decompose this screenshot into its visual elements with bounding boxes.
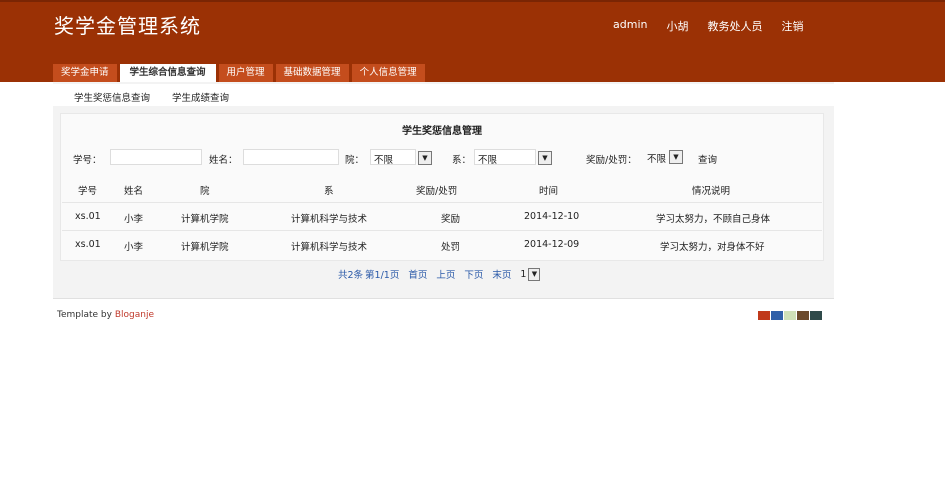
- college-select-value: 不限: [374, 155, 394, 166]
- search-button[interactable]: 查询: [698, 152, 717, 166]
- dept-label: 系：: [452, 155, 472, 166]
- chevron-down-icon[interactable]: ▼: [538, 151, 552, 165]
- pagination-last[interactable]: 末页: [492, 267, 511, 281]
- cell-reward: 奖励: [441, 214, 461, 225]
- cell-description: 学习太努力，不顾自己身体: [656, 214, 771, 225]
- color-swatches: [758, 311, 822, 320]
- app-title: 奖学金管理系统: [54, 14, 201, 38]
- footer-divider: [53, 298, 834, 299]
- college-label: 院：: [345, 155, 365, 166]
- tab-personal-info-management[interactable]: 个人信息管理: [351, 64, 425, 82]
- table-row: xs.01 小李 计算机学院 计算机科学与技术 处罚 2014-12-09 学习…: [62, 233, 822, 257]
- swatch-dark-teal[interactable]: [810, 311, 822, 320]
- cell-student-id: xs.01: [75, 211, 101, 222]
- name-label: 姓名：: [209, 155, 238, 166]
- header-date: 时间: [539, 186, 559, 197]
- cell-name: 小李: [124, 242, 144, 253]
- row-divider: [62, 202, 822, 203]
- main-tabs: 奖学金申请 学生综合信息查询 用户管理 基础数据管理 个人信息管理: [53, 64, 428, 82]
- table-header-row: 学号 姓名 院 系 奖励/处罚 时间 情况说明: [62, 177, 822, 201]
- footer-prefix: Template by: [57, 310, 112, 320]
- cell-date: 2014-12-09: [524, 239, 580, 250]
- reward-label: 奖励/处罚：: [586, 155, 637, 166]
- pagination-page-info: 第1/1页: [365, 270, 400, 281]
- chevron-down-icon[interactable]: ▼: [418, 151, 432, 165]
- header-college: 院: [200, 186, 210, 197]
- pagination-total: 共2条: [338, 270, 364, 281]
- header-name: 姓名: [124, 186, 144, 197]
- pagination-first[interactable]: 首页: [408, 267, 427, 281]
- swatch-brown[interactable]: [797, 311, 809, 320]
- swatch-light-green[interactable]: [784, 311, 796, 320]
- cell-college: 计算机学院: [181, 242, 229, 253]
- footer-brand-link[interactable]: Bloganje: [115, 310, 154, 320]
- cell-dept: 计算机科学与技术: [291, 242, 368, 253]
- footer: Template by Bloganje: [57, 310, 154, 320]
- subnav-reward-query[interactable]: 学生奖惩信息查询: [74, 90, 150, 104]
- dept-select-value: 不限: [478, 155, 498, 166]
- cell-student-id: xs.01: [75, 239, 101, 250]
- row-divider: [62, 230, 822, 231]
- dept-select[interactable]: 不限 ▼: [474, 149, 552, 166]
- cell-description: 学习太努力，对身体不好: [660, 242, 765, 253]
- college-select[interactable]: 不限 ▼: [370, 149, 432, 166]
- student-id-input[interactable]: [110, 149, 202, 165]
- cell-name: 小李: [124, 214, 144, 225]
- filter-row: 学号： 姓名： 院： 不限 ▼ 系： 不限 ▼ 奖励/处罚： 不限 ▼ 查询: [0, 149, 945, 167]
- tab-user-management[interactable]: 用户管理: [218, 64, 273, 82]
- cell-college: 计算机学院: [181, 214, 229, 225]
- header-description: 情况说明: [692, 186, 731, 197]
- tab-basic-data-management[interactable]: 基础数据管理: [275, 64, 349, 82]
- reward-select[interactable]: 不限 ▼: [645, 149, 683, 165]
- cell-dept: 计算机科学与技术: [291, 214, 368, 225]
- header-top-line: [0, 0, 945, 2]
- pagination-page-select[interactable]: 1: [520, 269, 526, 280]
- name-input[interactable]: [243, 149, 339, 165]
- header-student-id: 学号: [78, 186, 98, 197]
- pagination-next[interactable]: 下页: [464, 267, 483, 281]
- tab-student-info-query[interactable]: 学生综合信息查询: [119, 64, 216, 82]
- chevron-down-icon[interactable]: ▼: [669, 150, 683, 164]
- user-nav-logout[interactable]: 注销: [781, 18, 803, 34]
- cell-reward: 处罚: [441, 242, 461, 253]
- table-row: xs.01 小李 计算机学院 计算机科学与技术 奖励 2014-12-10 学习…: [62, 205, 822, 229]
- header-dept: 系: [324, 186, 334, 197]
- tab-scholarship-apply[interactable]: 奖学金申请: [53, 64, 117, 82]
- sub-nav: 学生奖惩信息查询 学生成绩查询: [53, 84, 834, 106]
- cell-date: 2014-12-10: [524, 211, 580, 222]
- student-id-label: 学号：: [73, 155, 102, 166]
- swatch-blue[interactable]: [771, 311, 783, 320]
- reward-select-value: 不限: [647, 154, 667, 165]
- user-nav-role[interactable]: 教务处人员: [707, 18, 762, 34]
- pagination: 共2条 第1/1页 首页 上页 下页 末页 1 ▼: [338, 266, 541, 282]
- section-title: 学生奖惩信息管理: [402, 126, 482, 137]
- user-nav: admin 小胡 教务处人员 注销: [613, 18, 822, 34]
- user-nav-name[interactable]: 小胡: [666, 18, 688, 34]
- chevron-down-icon[interactable]: ▼: [528, 267, 541, 281]
- user-nav-admin[interactable]: admin: [613, 18, 647, 34]
- pagination-prev[interactable]: 上页: [436, 267, 455, 281]
- subnav-score-query[interactable]: 学生成绩查询: [172, 90, 229, 104]
- header-reward: 奖励/处罚: [416, 186, 458, 197]
- swatch-red[interactable]: [758, 311, 770, 320]
